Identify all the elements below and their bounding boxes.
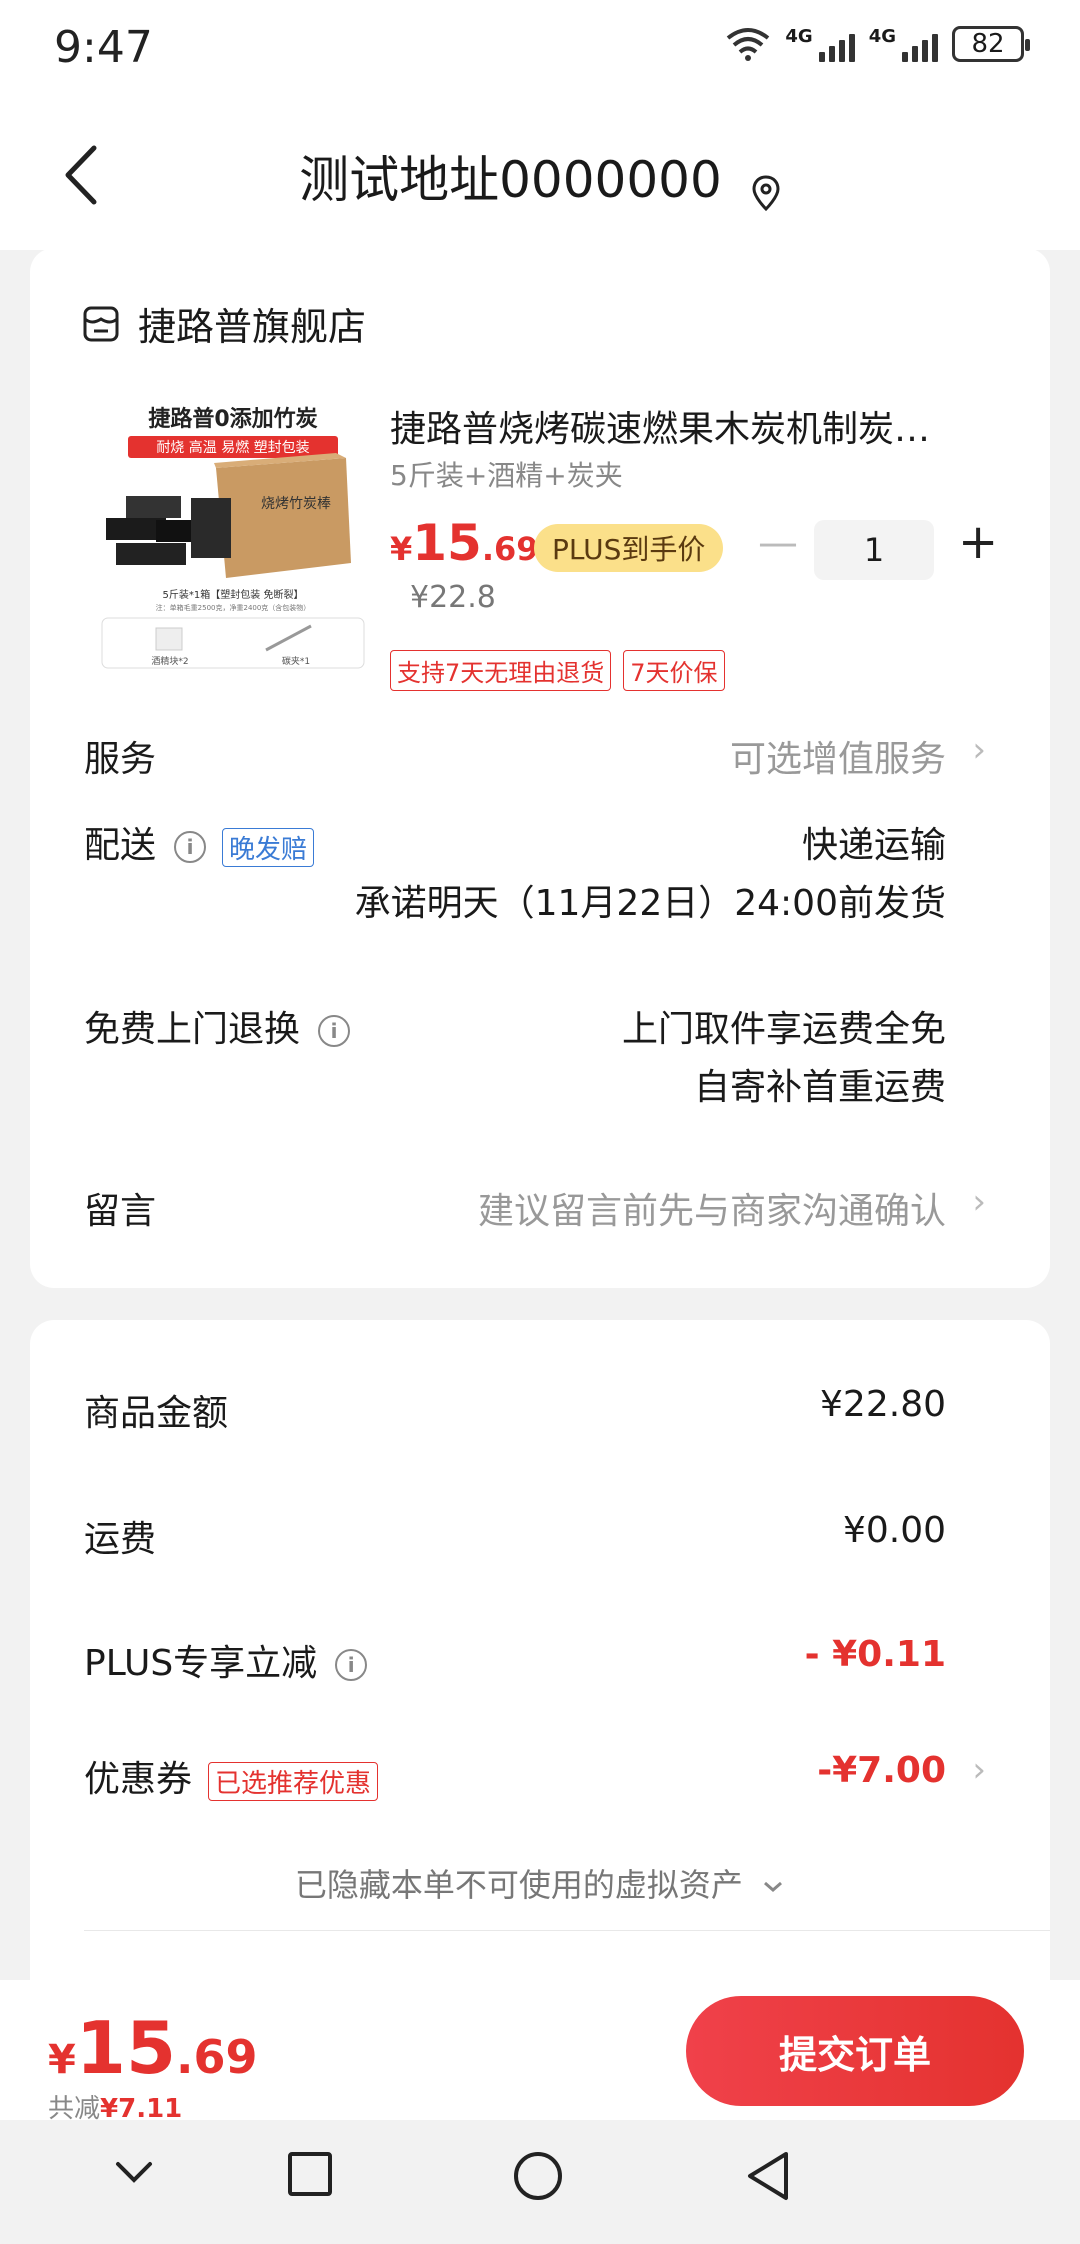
return-policy-tag: 支持7天无理由退货 — [390, 650, 612, 691]
plus-price-badge: PLUS到手价 — [534, 524, 724, 572]
image-note: 注：单箱毛重2500克，净重2400克（含包装物） — [156, 603, 311, 612]
total-decimal: .69 — [176, 2030, 258, 2084]
chevron-right-icon[interactable]: › — [972, 1750, 986, 1790]
location-pin-icon[interactable] — [751, 174, 781, 212]
service-label: 服务 — [84, 739, 157, 780]
coupon-value[interactable]: -¥7.00 — [817, 1750, 946, 1791]
late-delivery-tag: 晚发赔 — [222, 827, 315, 867]
total-price: ¥15.69 — [48, 2006, 258, 2090]
image-box-text: 烧烤竹炭棒 — [261, 496, 331, 512]
info-icon[interactable]: i — [335, 1649, 368, 1681]
service-value[interactable]: 可选增值服务 — [730, 730, 946, 782]
chevron-right-icon[interactable]: › — [972, 1182, 986, 1222]
coupon-recommended-tag: 已选推荐优惠 — [208, 1761, 379, 1801]
chevron-right-icon[interactable]: › — [972, 730, 986, 770]
coupon-row-label-wrap: 优惠券 已选推荐优惠 — [84, 1750, 379, 1802]
price-decimal: .69 — [481, 530, 539, 568]
goods-amount-label: 商品金额 — [84, 1393, 229, 1434]
goods-amount-value: ¥22.80 — [820, 1384, 946, 1425]
product-tags: 支持7天无理由退货 7天价保 — [390, 650, 725, 691]
nav-title-wrap[interactable]: 测试地址0000000 — [0, 140, 1080, 212]
coupon-label: 优惠券 — [84, 1759, 193, 1800]
signal-icon: 4G — [869, 26, 938, 62]
image-gift-2: 碳夹*1 — [282, 655, 310, 667]
status-icons: 4G 4G 82 — [725, 26, 1030, 62]
store-name: 捷路普旗舰店 — [138, 305, 367, 349]
nav-down-icon[interactable] — [112, 2150, 156, 2194]
product-price: ¥15.69 — [390, 514, 539, 572]
quantity-decrement-button[interactable]: — — [758, 520, 798, 566]
return-row-label-wrap: 免费上门退换 i — [84, 1000, 351, 1052]
network-type-1: 4G — [785, 26, 813, 47]
image-caption: 5斤装*1箱【塑封包装 免断裂】 — [163, 588, 304, 601]
battery-level: 82 — [971, 29, 1005, 59]
product-image[interactable]: 捷路普0添加竹炭 耐烧 高温 易燃 塑封包装 烧烤竹炭棒 5斤装*1箱【塑封包装… — [96, 398, 370, 672]
original-price: ¥22.8 — [410, 580, 496, 615]
shipping-value: ¥0.00 — [842, 1510, 946, 1551]
message-input[interactable]: 建议留言前先与商家沟通确认 — [478, 1182, 946, 1234]
wifi-icon — [727, 28, 770, 61]
nav-circle-icon[interactable] — [512, 2150, 564, 2202]
checkout-bar: ¥15.69 共减¥7.11 提交订单 — [0, 1980, 1080, 2124]
price-protection-tag: 7天价保 — [623, 650, 725, 691]
free-return-value-2: 自寄补首重运费 — [693, 1067, 946, 1108]
nav-square-icon[interactable] — [286, 2150, 334, 2198]
plus-discount-label: PLUS专享立减 — [84, 1643, 318, 1684]
price-integer: 15 — [412, 514, 482, 572]
hidden-assets-toggle[interactable]: 已隐藏本单不可使用的虚拟资产 — [30, 1860, 1050, 1906]
price-yen: ¥ — [390, 530, 413, 568]
chevron-down-icon — [764, 1881, 783, 1892]
status-bar: 9:47 4G 4G 82 — [0, 0, 1080, 100]
shipping-label: 运费 — [84, 1519, 157, 1560]
network-type-2: 4G — [868, 26, 896, 47]
free-return-value-1: 上门取件享运费全免 — [621, 1009, 946, 1050]
image-gift-1: 酒精块*2 — [151, 655, 188, 667]
nav-back-triangle-icon[interactable] — [744, 2150, 792, 2202]
image-subline: 耐烧 高温 易燃 塑封包装 — [156, 439, 309, 456]
store-row[interactable]: 捷路普旗舰店 — [82, 296, 366, 351]
submit-order-button[interactable]: 提交订单 — [686, 1996, 1024, 2106]
total-integer: 15 — [75, 2006, 177, 2090]
delivery-method: 快递运输 — [801, 825, 946, 866]
store-icon — [83, 306, 119, 341]
plus-discount-row-label-wrap: PLUS专享立减 i — [84, 1634, 368, 1686]
delivery-promise: 承诺明天（11月22日）24:00前发货 — [354, 883, 946, 924]
top-nav-bar: 测试地址0000000 — [0, 100, 1080, 250]
message-label: 留言 — [84, 1191, 157, 1232]
total-yen: ¥ — [48, 2037, 76, 2083]
divider — [84, 1930, 1050, 1931]
order-item-card: 捷路普旗舰店 捷路普0添加竹炭 耐烧 高温 易燃 塑封包装 烧烤竹炭棒 5斤装*… — [30, 248, 1050, 1288]
address-title[interactable]: 测试地址0000000 — [299, 151, 722, 209]
plus-discount-value: - ¥0.11 — [804, 1634, 946, 1675]
signal-icon: 4G — [785, 26, 855, 62]
info-icon[interactable]: i — [318, 1015, 351, 1047]
hidden-assets-text: 已隐藏本单不可使用的虚拟资产 — [294, 1866, 743, 1904]
product-title[interactable]: 捷路普烧烤碳速燃果木炭机制炭… — [390, 400, 1010, 452]
battery-icon: 82 — [952, 26, 1030, 62]
price-summary-card: 商品金额 ¥22.80 运费 ¥0.00 PLUS专享立减 i - ¥0.11 优… — [30, 1320, 1050, 2020]
system-nav-bar — [0, 2120, 1080, 2244]
quantity-increment-button[interactable]: + — [958, 514, 998, 570]
free-return-label: 免费上门退换 — [84, 1009, 301, 1050]
quantity-value[interactable]: 1 — [814, 520, 934, 580]
delivery-label: 配送 — [84, 825, 157, 866]
delivery-row-label-wrap: 配送 i 晚发赔 — [84, 816, 315, 868]
info-icon[interactable]: i — [174, 831, 207, 863]
image-headline: 捷路普0添加竹炭 — [148, 406, 317, 432]
status-time: 9:47 — [54, 22, 153, 73]
product-spec[interactable]: 5斤装+酒精+炭夹 — [390, 454, 623, 494]
